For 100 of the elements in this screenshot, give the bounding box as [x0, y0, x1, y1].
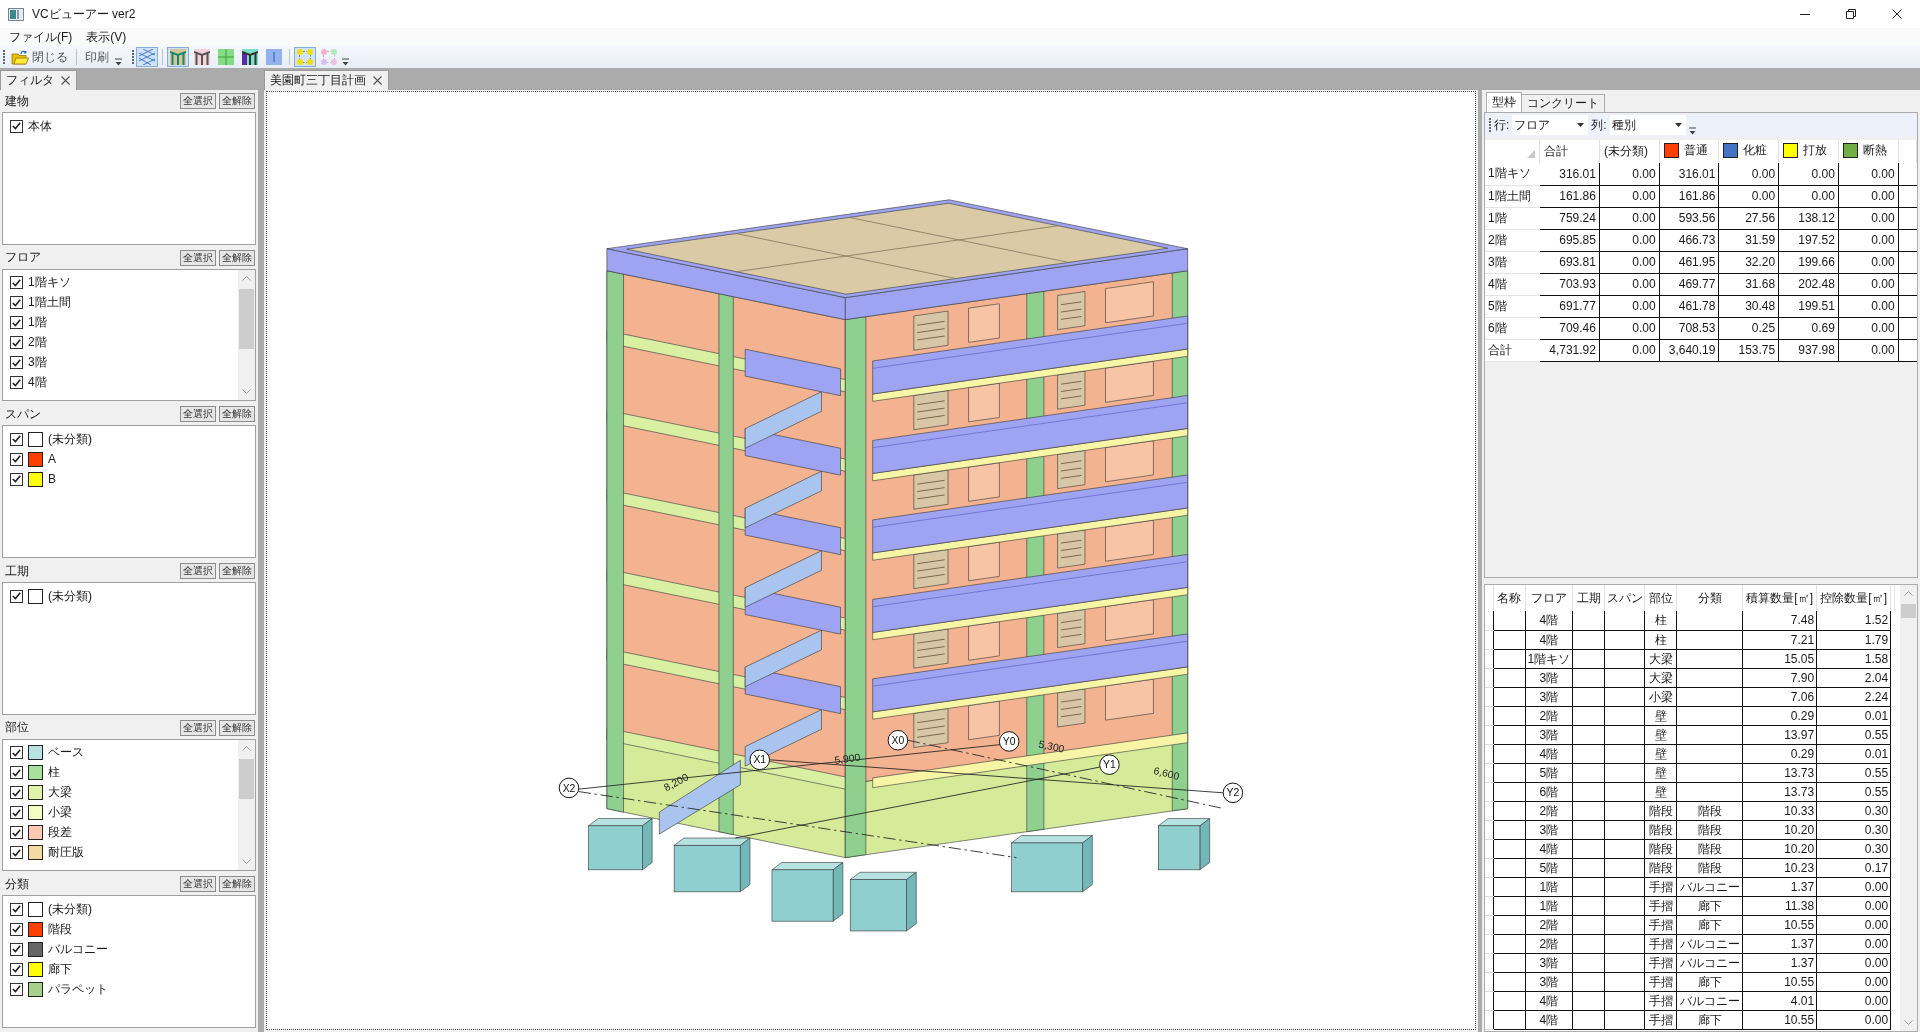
view-toggle-button[interactable] — [136, 47, 158, 67]
scroll-thumb[interactable] — [239, 288, 254, 349]
menu-item[interactable]: 表示(V) — [79, 29, 134, 45]
toolbar-button[interactable]: 閉じる — [7, 47, 72, 67]
view-toggle-button[interactable] — [239, 47, 261, 67]
panel-tab[interactable]: フィルタ — [0, 70, 77, 90]
building-window — [913, 390, 949, 430]
checkbox[interactable] — [10, 432, 23, 446]
scrollbar[interactable] — [238, 269, 255, 401]
checkbox[interactable] — [10, 276, 23, 290]
close-icon[interactable] — [61, 76, 70, 85]
checkbox[interactable] — [10, 316, 23, 330]
overflow-icon[interactable] — [1688, 127, 1696, 135]
table-cell: 0.01 — [1816, 744, 1891, 763]
deselect-all-button[interactable]: 全解除 — [219, 249, 255, 266]
table-cell: 4.01 — [1742, 991, 1817, 1010]
table-cell: 4階 — [1525, 839, 1573, 858]
overflow-icon[interactable] — [342, 58, 349, 66]
table-cell: 5階 — [1525, 858, 1573, 877]
select-all-button[interactable]: 全選択 — [180, 406, 216, 423]
menu-item[interactable]: ファイル(F) — [2, 29, 80, 45]
column-dropdown[interactable]: 種別 — [1609, 115, 1686, 135]
column-header: 名称 — [1493, 585, 1525, 611]
table-cell: 0.30 — [1816, 801, 1891, 820]
table-cell: 10.55 — [1742, 972, 1817, 991]
checkbox[interactable] — [10, 746, 23, 760]
mesh-icon — [139, 49, 155, 65]
checkbox[interactable] — [10, 766, 23, 780]
table-cell: 2階 — [1525, 934, 1573, 953]
view-toggle-button[interactable] — [215, 47, 237, 67]
deselect-all-button[interactable]: 全解除 — [219, 876, 255, 893]
table-cell: 0.00 — [1838, 273, 1899, 295]
scrollbar[interactable] — [238, 739, 255, 871]
scroll-thumb[interactable] — [1901, 604, 1916, 618]
deselect-all-button[interactable]: 全解除 — [219, 406, 255, 423]
select-all-button[interactable]: 全選択 — [180, 876, 216, 893]
filter-item-label: B — [48, 472, 56, 487]
checkbox[interactable] — [10, 846, 23, 860]
checkmark-icon — [12, 748, 21, 757]
select-all-button[interactable]: 全選択 — [180, 93, 216, 109]
table-cell: 大梁 — [1644, 668, 1677, 687]
checkmark-icon — [12, 278, 21, 287]
row-header: 1階 — [1485, 207, 1540, 229]
table-cell: 7.48 — [1742, 611, 1817, 630]
table-cell: 0.00 — [1599, 273, 1660, 295]
table-cell: 1.79 — [1816, 630, 1891, 649]
select-all-button[interactable]: 全選択 — [180, 719, 216, 736]
close-icon[interactable] — [373, 76, 382, 85]
column-header-label: 断熱 — [1862, 142, 1887, 159]
checkbox[interactable] — [10, 376, 23, 390]
checkbox[interactable] — [10, 472, 23, 486]
checkbox[interactable] — [10, 589, 23, 603]
checkbox[interactable] — [10, 982, 23, 996]
document-tab[interactable]: 美園町三丁目計画 — [264, 70, 389, 90]
checkbox[interactable] — [10, 826, 23, 840]
table-cell: 31.68 — [1718, 273, 1779, 295]
table-cell: 199.66 — [1778, 251, 1839, 273]
row-dropdown[interactable]: フロア — [1512, 115, 1589, 135]
toolbar-button[interactable]: 印刷 — [81, 47, 113, 67]
table-cell: 10.23 — [1742, 858, 1817, 877]
overflow-icon[interactable] — [115, 58, 122, 66]
checkbox[interactable] — [10, 902, 23, 916]
table-cell: 27.56 — [1718, 207, 1779, 229]
table-cell: 0.00 — [1599, 229, 1660, 251]
checkmark-icon — [12, 378, 21, 387]
view-toggle-button[interactable] — [191, 47, 213, 67]
deselect-all-button[interactable]: 全解除 — [219, 719, 255, 736]
checkbox[interactable] — [10, 452, 23, 466]
checkbox[interactable] — [10, 119, 23, 133]
section-title: フロア — [5, 249, 41, 267]
checkbox[interactable] — [10, 356, 23, 370]
select-all-button[interactable]: 全選択 — [180, 249, 216, 266]
panel-tab[interactable]: 型枠 — [1486, 92, 1522, 112]
view-toggle-button[interactable] — [167, 47, 189, 67]
checkmark-icon — [12, 122, 21, 130]
checkbox[interactable] — [10, 962, 23, 976]
checkbox[interactable] — [10, 942, 23, 956]
model-viewport[interactable]: X0 X1 X2 Y0 Y1 Y2 5,900 8,200 5,300 6,600 — [266, 91, 1476, 1030]
table-cell: 0.00 — [1816, 934, 1891, 953]
view-toggle-button[interactable] — [294, 47, 316, 67]
column-header: 部位 — [1644, 585, 1677, 611]
checkbox[interactable] — [10, 786, 23, 800]
view-toggle-button[interactable] — [263, 47, 285, 67]
deselect-all-button[interactable]: 全解除 — [219, 563, 255, 579]
select-all-button[interactable]: 全選択 — [180, 563, 216, 579]
table-cell: 0.55 — [1816, 725, 1891, 744]
table-cell: 202.48 — [1778, 273, 1839, 295]
table-cell: 937.98 — [1778, 339, 1839, 361]
checkbox[interactable] — [10, 296, 23, 310]
building-window — [1105, 678, 1154, 721]
deselect-all-button[interactable]: 全解除 — [219, 93, 255, 109]
table-cell: 廊下 — [1676, 896, 1743, 915]
scroll-thumb[interactable] — [239, 758, 254, 799]
checkbox[interactable] — [10, 336, 23, 350]
checkbox[interactable] — [10, 922, 23, 936]
table-cell: 手摺 — [1644, 896, 1677, 915]
panel-tab[interactable]: コンクリート — [1521, 94, 1605, 112]
view-toggle-button[interactable] — [318, 47, 340, 67]
scrollbar[interactable] — [1900, 585, 1917, 1031]
checkbox[interactable] — [10, 806, 23, 820]
